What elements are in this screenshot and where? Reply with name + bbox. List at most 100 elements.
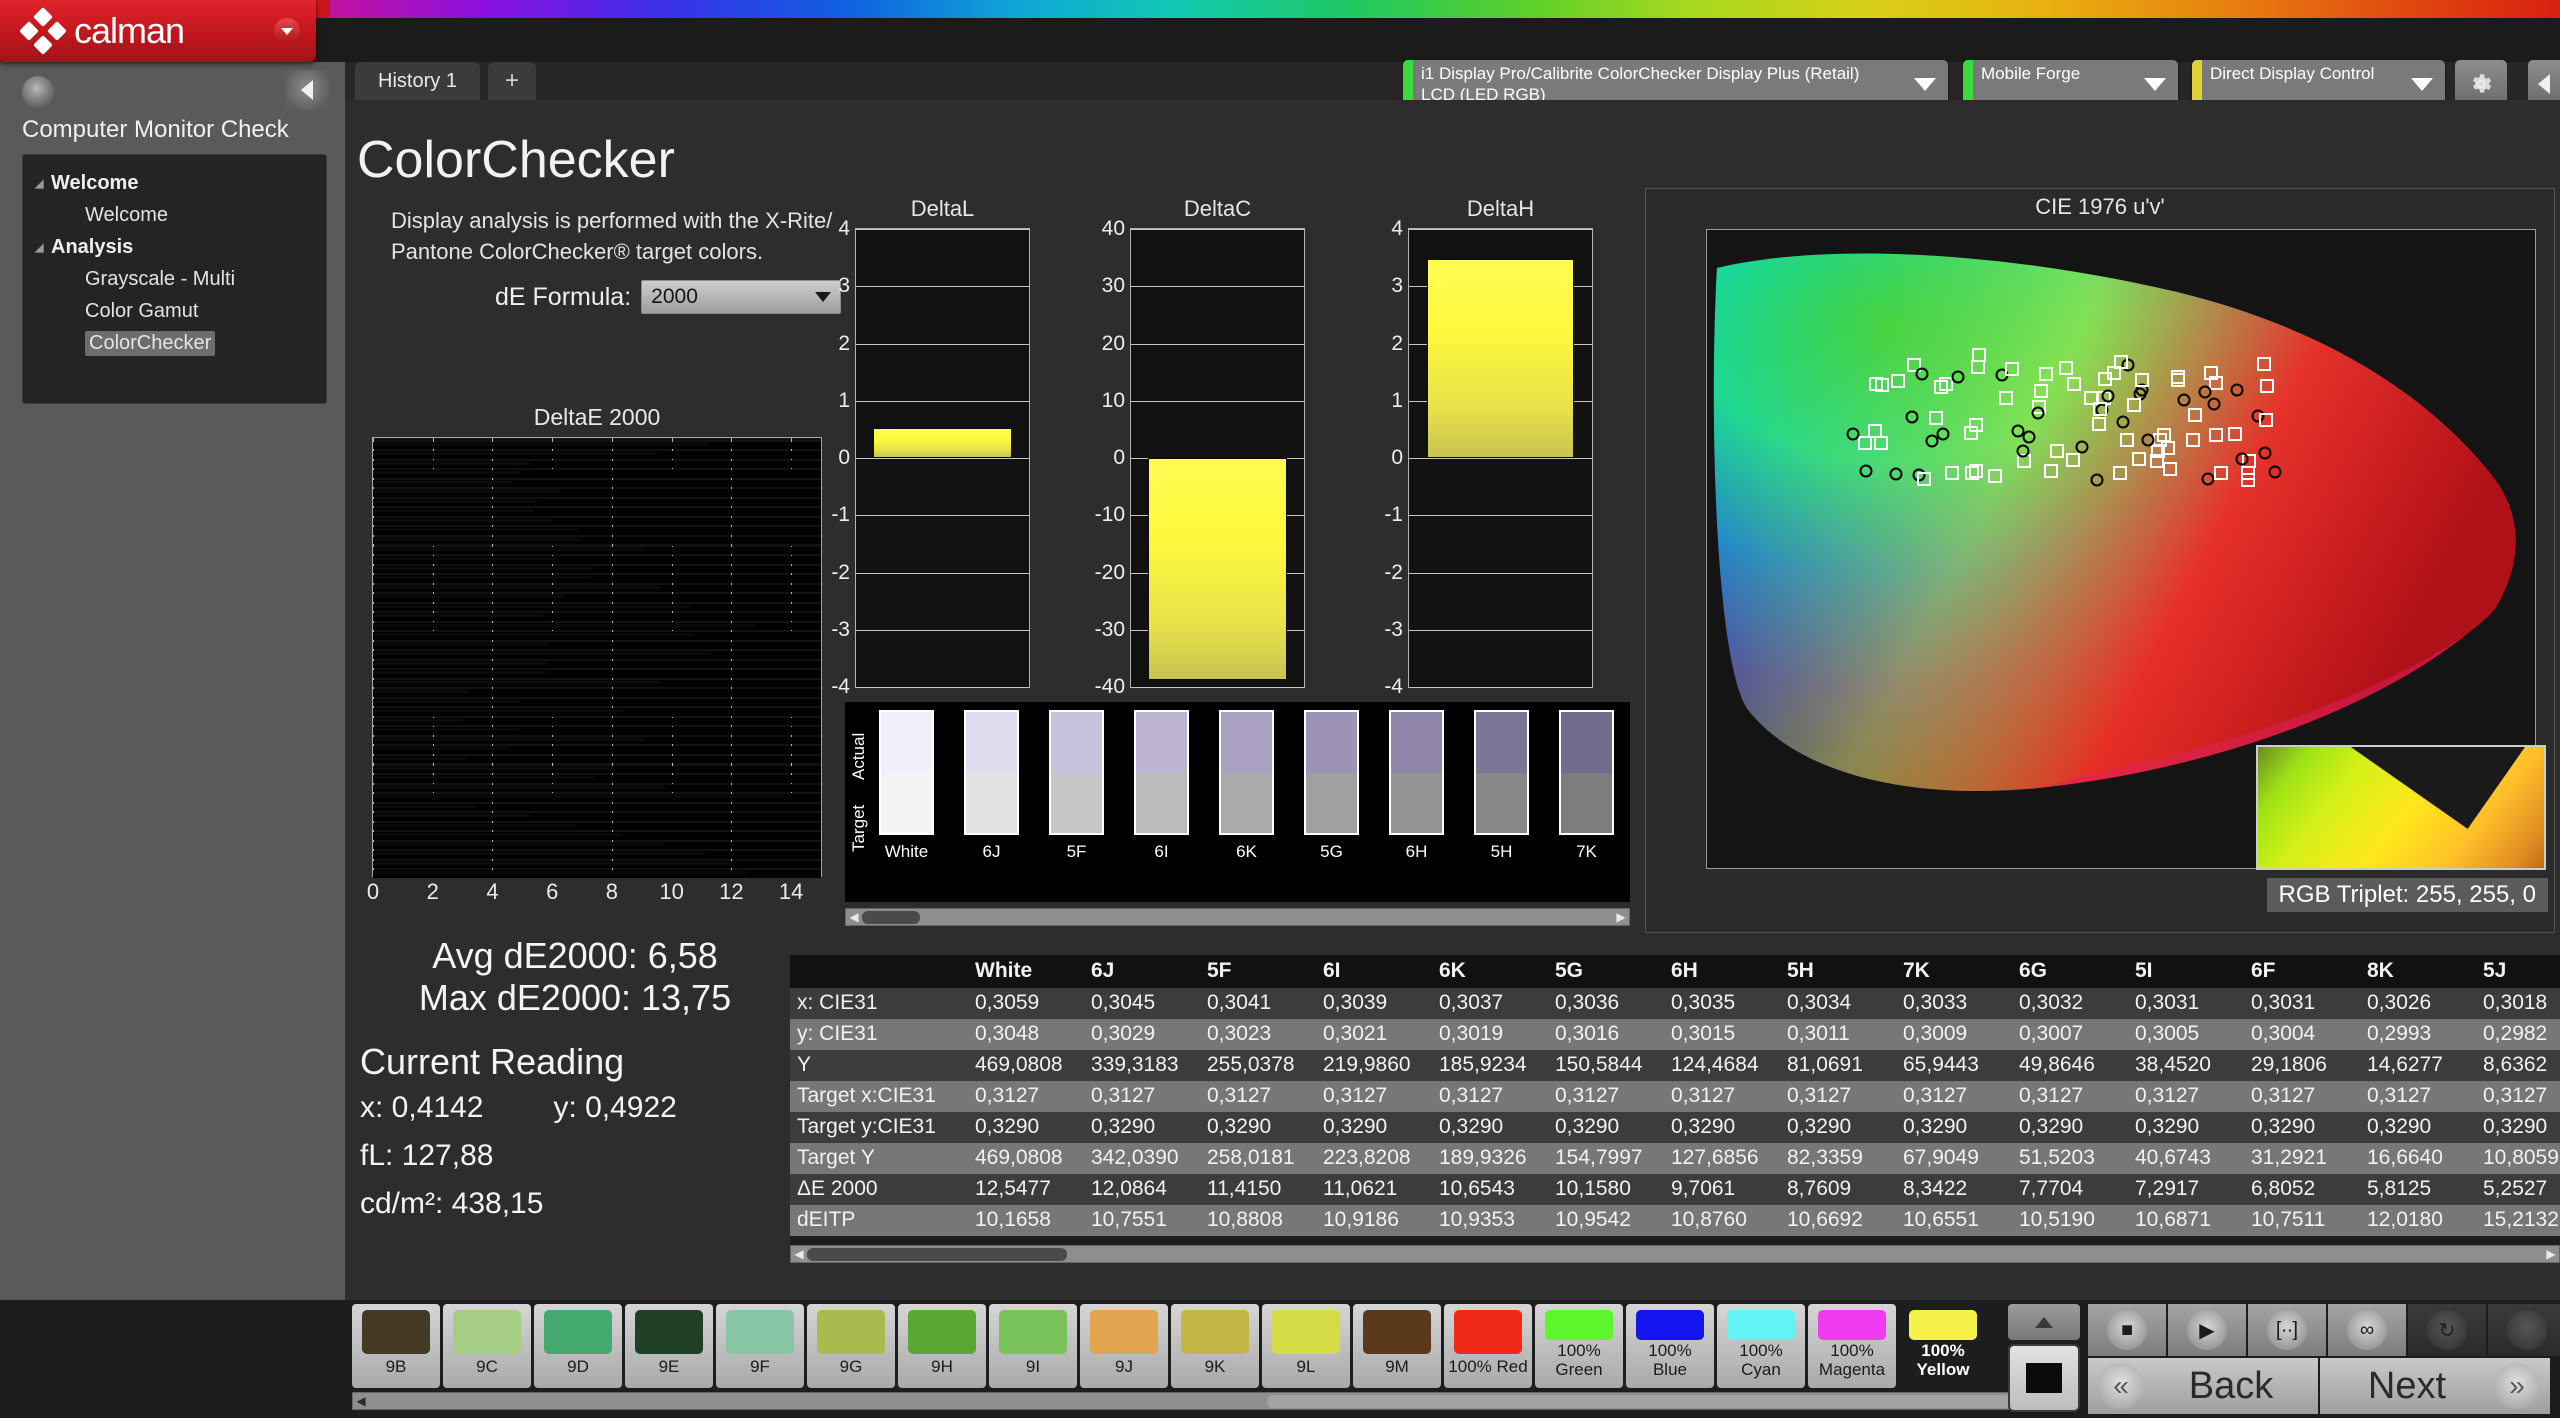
tree-label: Welcome: [51, 171, 139, 194]
tree-group-analysis[interactable]: ◢ Analysis: [23, 231, 326, 263]
table-cell: 0,3290: [1671, 1115, 1736, 1138]
patch-button[interactable]: 9J: [1080, 1304, 1168, 1388]
tree-item-colorchecker[interactable]: ColorChecker: [23, 327, 326, 359]
scroll-right-icon[interactable]: ▶: [1614, 910, 1628, 924]
sidebar-collapse-button[interactable]: [285, 70, 329, 110]
actual-swatch: [1476, 712, 1527, 773]
target-point: [1917, 471, 1932, 486]
swatch-strip-scrollbar[interactable]: ◀ ▶: [845, 908, 1630, 926]
target-point: [2098, 372, 2113, 387]
de-formula-select[interactable]: 2000: [641, 280, 842, 314]
swatch-column[interactable]: 5H: [1474, 710, 1529, 862]
actual-swatch: [1051, 712, 1102, 773]
next-button[interactable]: Next »: [2320, 1358, 2550, 1414]
patch-button[interactable]: 100% Cyan: [1717, 1304, 1805, 1388]
table-cell: 0,3290: [1091, 1115, 1156, 1138]
patch-button[interactable]: 9D: [534, 1304, 622, 1388]
calman-logo-bar[interactable]: calman: [0, 0, 316, 62]
swatch-column[interactable]: 6K: [1219, 710, 1274, 862]
infinity-button[interactable]: ∞: [2328, 1304, 2406, 1356]
table-cell: 255,0378: [1207, 1053, 1295, 1076]
tree-item-welcome[interactable]: Welcome: [23, 199, 326, 231]
axis-tick-label: 14: [778, 879, 804, 904]
de-formula-control: dE Formula: 2000: [495, 280, 842, 314]
patch-button[interactable]: 9K: [1171, 1304, 1259, 1388]
tab-history-1[interactable]: History 1: [355, 62, 480, 100]
scroll-left-icon[interactable]: ◀: [792, 1247, 806, 1261]
patch-button[interactable]: 100% Yellow: [1899, 1304, 1987, 1388]
gridline: [856, 229, 1029, 230]
table-cell: 0,3033: [1903, 991, 1968, 1014]
table-row-label: y: CIE31: [797, 1022, 878, 1045]
target-swatch: [1051, 772, 1102, 833]
loop-button[interactable]: ↻: [2408, 1304, 2486, 1356]
target-point: [2112, 465, 2127, 480]
patch-button[interactable]: 100% Blue: [1626, 1304, 1714, 1388]
avg-de2000-value: Avg dE2000: 6,58: [432, 935, 718, 976]
measured-point: [1936, 427, 1950, 441]
tab-add-button[interactable]: +: [488, 62, 536, 100]
patch-button[interactable]: 9L: [1262, 1304, 1350, 1388]
scroll-right-icon[interactable]: ▶: [2544, 1247, 2558, 1261]
scrollbar-thumb[interactable]: [807, 1248, 1067, 1261]
swatch-column[interactable]: 5G: [1304, 710, 1359, 862]
scroll-left-icon[interactable]: ◀: [847, 910, 861, 924]
measured-point: [2141, 433, 2155, 447]
swatch-column[interactable]: 6I: [1134, 710, 1189, 862]
patch-button[interactable]: 9H: [898, 1304, 986, 1388]
patch-button[interactable]: 100% Green: [1535, 1304, 1623, 1388]
swatch-column[interactable]: White: [879, 710, 934, 862]
pattern-expand-button[interactable]: [2008, 1304, 2080, 1340]
current-cdm2-value: cd/m²: 438,15: [360, 1187, 544, 1220]
target-point: [1987, 468, 2002, 483]
patch-button[interactable]: 9F: [716, 1304, 804, 1388]
patch-button[interactable]: 9G: [807, 1304, 895, 1388]
swatch-column[interactable]: 6H: [1389, 710, 1444, 862]
scrollbar-thumb[interactable]: [1267, 1395, 2012, 1408]
table-cell: 0,3018: [2483, 991, 2548, 1014]
tick-mark: [2121, 868, 2122, 869]
axis-tick-label: 2: [426, 879, 439, 904]
table-cell: 469,0808: [975, 1146, 1063, 1169]
table-cell: 10,7551: [1091, 1208, 1167, 1231]
stop-button[interactable]: ■: [2088, 1304, 2166, 1356]
patch-row-scrollbar[interactable]: ◀ ▶: [352, 1392, 2039, 1410]
patch-button[interactable]: 100% Red: [1444, 1304, 1532, 1388]
tree-item-color-gamut[interactable]: Color Gamut: [23, 295, 326, 327]
meter-pattern-button[interactable]: [2008, 1304, 2080, 1414]
scroll-left-icon[interactable]: ◀: [354, 1394, 368, 1408]
pattern-window-button[interactable]: [2008, 1344, 2080, 1412]
swatch-box: [1474, 710, 1529, 835]
scrollbar-thumb[interactable]: [862, 911, 920, 924]
play-button[interactable]: ▶: [2168, 1304, 2246, 1356]
patch-button[interactable]: 9I: [989, 1304, 1077, 1388]
swatch-column[interactable]: 5F: [1049, 710, 1104, 862]
table-scrollbar[interactable]: ◀ ▶: [790, 1245, 2560, 1263]
blank-button[interactable]: [2488, 1304, 2560, 1356]
swatch-column[interactable]: 6J: [964, 710, 1019, 862]
back-button[interactable]: « Back: [2088, 1358, 2318, 1414]
patch-button[interactable]: 9M: [1353, 1304, 1441, 1388]
table-row: x: CIE31 0,3059 0,3045 0,3041 0,3039 0,3037 0,…: [790, 988, 2560, 1019]
tree-group-welcome[interactable]: ◢ Welcome: [23, 167, 326, 199]
axis-tick-label: 4: [486, 879, 499, 904]
patch-button[interactable]: 9B: [352, 1304, 440, 1388]
patch-button[interactable]: 100% Magenta: [1808, 1304, 1896, 1388]
brackets-button[interactable]: [∙∙]: [2248, 1304, 2326, 1356]
table-cell: 11,4150: [1207, 1177, 1282, 1200]
axis-tick-label: 0: [1113, 446, 1125, 469]
patch-button[interactable]: 9C: [443, 1304, 531, 1388]
gridline: [1409, 229, 1592, 230]
deltae-bar: [373, 861, 735, 865]
table-cell: 11,0621: [1323, 1177, 1398, 1200]
gear-icon: [2472, 74, 2492, 93]
table-cell: 127,6856: [1671, 1146, 1759, 1169]
swatch-column[interactable]: 7K: [1559, 710, 1614, 862]
app-menu-button[interactable]: [274, 18, 300, 44]
table-cell: 14,6277: [2367, 1053, 2443, 1076]
axis-tick-label: -4: [831, 675, 850, 698]
patch-button[interactable]: 9E: [625, 1304, 713, 1388]
tree-item-grayscale-multi[interactable]: Grayscale - Multi: [23, 263, 326, 295]
sidebar-knob-icon[interactable]: [22, 76, 54, 108]
tick-mark: [1914, 868, 1915, 869]
